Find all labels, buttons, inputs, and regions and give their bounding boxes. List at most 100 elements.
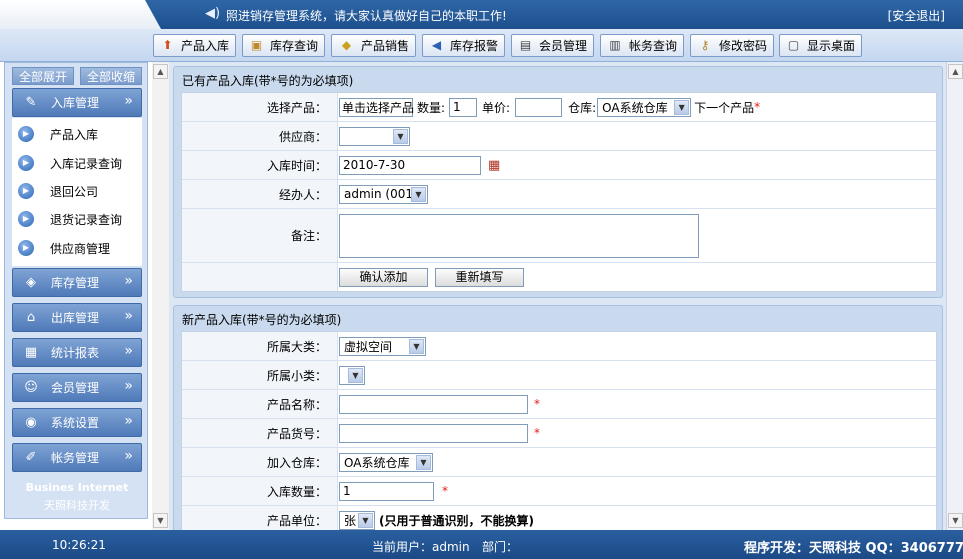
tag-icon: ◆ bbox=[341, 38, 352, 52]
sidebar-section-outbound[interactable]: ⌂ 出库管理 » bbox=[12, 303, 142, 332]
warehouse-select[interactable]: OA系统仓库 ▼ bbox=[339, 452, 433, 472]
field-label: 备注： bbox=[182, 209, 338, 262]
new-product-panel: 新产品入库(带*号的为必填项) 所属大类： 虚拟空间 ▼ 所属小类： ▼ 产品名称… bbox=[173, 305, 943, 541]
sidebar-section-stock[interactable]: ◈ 库存管理 » bbox=[12, 268, 142, 297]
date-input[interactable]: 2010-7-30 bbox=[339, 155, 481, 175]
submenu-return-company[interactable]: ▶ 退回公司 bbox=[12, 180, 142, 202]
calendar-icon[interactable]: ▦ bbox=[488, 158, 500, 173]
field-value: * bbox=[339, 390, 936, 418]
field-value: * bbox=[339, 419, 936, 447]
field-value: 虚拟空间 ▼ bbox=[339, 332, 936, 360]
expand-all-button[interactable]: 全部展开 bbox=[12, 67, 74, 85]
right-scrollbar[interactable]: ▲ ▼ bbox=[946, 62, 963, 530]
remark-textarea[interactable] bbox=[339, 213, 699, 258]
warehouse-select[interactable]: OA系统仓库 ▼ bbox=[597, 97, 692, 117]
subcategory-select[interactable]: ▼ bbox=[339, 365, 365, 385]
field-label: 产品货号： bbox=[182, 419, 338, 447]
product-name-input[interactable] bbox=[339, 394, 528, 414]
field-label: 加入仓库： bbox=[182, 448, 338, 476]
sidebar-section-accounts[interactable]: ✐ 帐务管理 » bbox=[12, 443, 142, 472]
field-label: 入库时间： bbox=[182, 151, 338, 179]
field-value bbox=[339, 209, 936, 262]
sidebar-section-inbound[interactable]: ✎ 入库管理 » bbox=[12, 88, 142, 117]
sidebar-section-members[interactable]: ☺ 会员管理 » bbox=[12, 373, 142, 402]
select-value: OA系统仓库 bbox=[602, 100, 668, 115]
submenu-supplier-management[interactable]: ▶ 供应商管理 bbox=[12, 237, 142, 259]
globe-icon: ◉ bbox=[25, 415, 37, 430]
bullet-icon: ▶ bbox=[18, 155, 34, 171]
key-icon: ⚷ bbox=[700, 38, 710, 52]
select-product-button[interactable]: 单击选择产品 bbox=[339, 97, 414, 117]
confirm-add-button[interactable]: 确认添加 bbox=[339, 267, 428, 287]
collapse-all-button[interactable]: 全部收缩 bbox=[80, 67, 142, 85]
toolbar-member-management[interactable]: ▤ 会员管理 bbox=[511, 34, 594, 57]
scroll-up-icon[interactable]: ▲ bbox=[948, 64, 963, 79]
chevron-down-icon: ▼ bbox=[409, 338, 424, 354]
bullet-icon: ▶ bbox=[18, 240, 34, 256]
field-label: 所属大类： bbox=[182, 332, 338, 360]
toolbar-label: 库存查询 bbox=[269, 39, 318, 53]
chevron-down-icon: ▼ bbox=[348, 367, 363, 383]
sidebar-footer-credit: 天照科技开发 bbox=[44, 499, 110, 512]
section-label: 系统设置 bbox=[51, 416, 100, 430]
toolbar-label: 库存报警 bbox=[449, 39, 498, 53]
inbound-icon: ✎ bbox=[25, 95, 37, 110]
panel-title: 已有产品入库(带*号的为必填项) bbox=[182, 74, 354, 88]
reset-button[interactable]: 重新填写 bbox=[435, 267, 524, 287]
sidebar-section-reports[interactable]: ▦ 统计报表 » bbox=[12, 338, 142, 367]
unit-select[interactable]: 张 ▼ bbox=[339, 511, 375, 530]
inbound-quantity-input[interactable]: 1 bbox=[339, 481, 434, 501]
logo-area bbox=[0, 0, 160, 29]
field-label: 经办人： bbox=[182, 180, 338, 208]
category-select[interactable]: 虚拟空间 ▼ bbox=[339, 336, 426, 356]
submenu-label: 退回公司 bbox=[50, 184, 99, 199]
bullet-icon: ▶ bbox=[18, 183, 34, 199]
supplier-select[interactable]: ▼ bbox=[339, 126, 410, 146]
submenu-return-records[interactable]: ▶ 退货记录查询 bbox=[12, 208, 142, 230]
toolbar-label: 修改密码 bbox=[718, 39, 767, 53]
toolbar-show-desktop[interactable]: ▢ 显示桌面 bbox=[779, 34, 862, 57]
field-label: 所属小类： bbox=[182, 361, 338, 389]
toolbar-stock-alarm[interactable]: ◀ 库存报警 bbox=[422, 34, 505, 57]
required-mark: * bbox=[754, 100, 761, 114]
ledger-icon: ▥ bbox=[609, 38, 621, 52]
top-bar: ◀) 照进销存管理系统，请大家认真做好自己的本职工作! [安全退出] bbox=[0, 0, 963, 29]
toolbar-change-password[interactable]: ⚷ 修改密码 bbox=[690, 34, 774, 57]
section-label: 统计报表 bbox=[51, 346, 100, 360]
bullet-icon: ▶ bbox=[18, 211, 34, 227]
price-label: 单价: bbox=[482, 100, 511, 115]
left-scrollbar[interactable]: ▲ ▼ bbox=[152, 62, 169, 530]
field-value: OA系统仓库 ▼ bbox=[339, 448, 936, 476]
product-code-input[interactable] bbox=[339, 423, 528, 443]
chevron-down-icon: ▼ bbox=[411, 186, 426, 202]
scroll-down-icon[interactable]: ▼ bbox=[948, 513, 963, 528]
handler-select[interactable]: admin (001) ▼ bbox=[339, 184, 428, 204]
section-label: 会员管理 bbox=[51, 381, 100, 395]
submenu-inbound-records[interactable]: ▶ 入库记录查询 bbox=[12, 152, 142, 174]
price-input[interactable] bbox=[515, 97, 563, 117]
toolbar-accounts-query[interactable]: ▥ 帐务查询 bbox=[600, 34, 684, 57]
notice-text: 照进销存管理系统，请大家认真做好自己的本职工作! bbox=[226, 9, 507, 23]
sidebar-footer-title: Busines Internet bbox=[25, 481, 129, 494]
new-product-form: 所属大类： 虚拟空间 ▼ 所属小类： ▼ 产品名称： * 产品货号： * 加入仓库… bbox=[181, 331, 937, 541]
next-product-link[interactable]: 下一个产品 bbox=[694, 99, 754, 116]
toolbar: ⬆ 产品入库 ▣ 库存查询 ◆ 产品销售 ◀ 库存报警 ▤ 会员管理 ▥ 帐务查询 ⚷ 修改密… bbox=[0, 29, 963, 62]
field-label-empty bbox=[182, 263, 338, 291]
sidebar-controls: 全部展开 全部收缩 bbox=[12, 67, 142, 85]
scroll-down-icon[interactable]: ▼ bbox=[153, 513, 168, 528]
submenu-product-inbound[interactable]: ▶ 产品入库 bbox=[12, 123, 142, 145]
toolbar-product-sales[interactable]: ◆ 产品销售 bbox=[331, 34, 416, 57]
toolbar-stock-query[interactable]: ▣ 库存查询 bbox=[242, 34, 325, 57]
quantity-input[interactable]: 1 bbox=[449, 97, 478, 117]
field-label: 入库数量： bbox=[182, 477, 338, 505]
accounts-icon: ✐ bbox=[25, 450, 37, 465]
logout-link[interactable]: [安全退出] bbox=[888, 7, 945, 24]
inbound-submenu: ▶ 产品入库 ▶ 入库记录查询 ▶ 退回公司 ▶ 退货记录查询 ▶ 供应商管理 bbox=[12, 118, 142, 266]
form-row-remark: 备注： bbox=[182, 209, 936, 263]
chevron-down-icon: ▼ bbox=[358, 513, 373, 528]
toolbar-product-inbound[interactable]: ⬆ 产品入库 bbox=[153, 34, 236, 57]
scroll-up-icon[interactable]: ▲ bbox=[153, 64, 168, 79]
field-value: ▼ bbox=[339, 122, 936, 150]
developer-credit: 程序开发：天照科技 QQ：34067779 bbox=[744, 541, 963, 556]
sidebar-section-settings[interactable]: ◉ 系统设置 » bbox=[12, 408, 142, 437]
